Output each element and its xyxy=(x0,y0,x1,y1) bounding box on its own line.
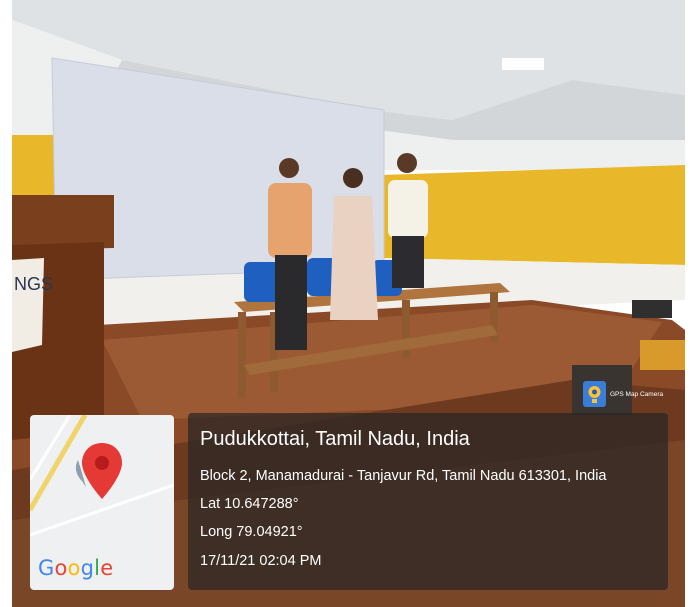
google-logo: Google xyxy=(38,556,114,580)
map-pin-icon xyxy=(75,443,122,499)
gps-map-camera-badge: GPS Map Camera xyxy=(583,380,678,408)
badge-label: GPS Map Camera xyxy=(610,390,664,398)
location-address: Block 2, Manamadurai - Tanjavur Rd, Tami… xyxy=(200,468,607,484)
location-title: Pudukkottai, Tamil Nadu, India xyxy=(200,428,470,450)
podium-emblem-text: NGS xyxy=(14,274,53,294)
gps-camera-icon xyxy=(583,381,606,407)
map-thumbnail: Google xyxy=(30,415,174,590)
location-longitude: Long 79.04921° xyxy=(200,524,303,540)
location-datetime: 17/11/21 02:04 PM xyxy=(200,553,322,569)
location-latitude: Lat 10.647288° xyxy=(200,496,299,512)
